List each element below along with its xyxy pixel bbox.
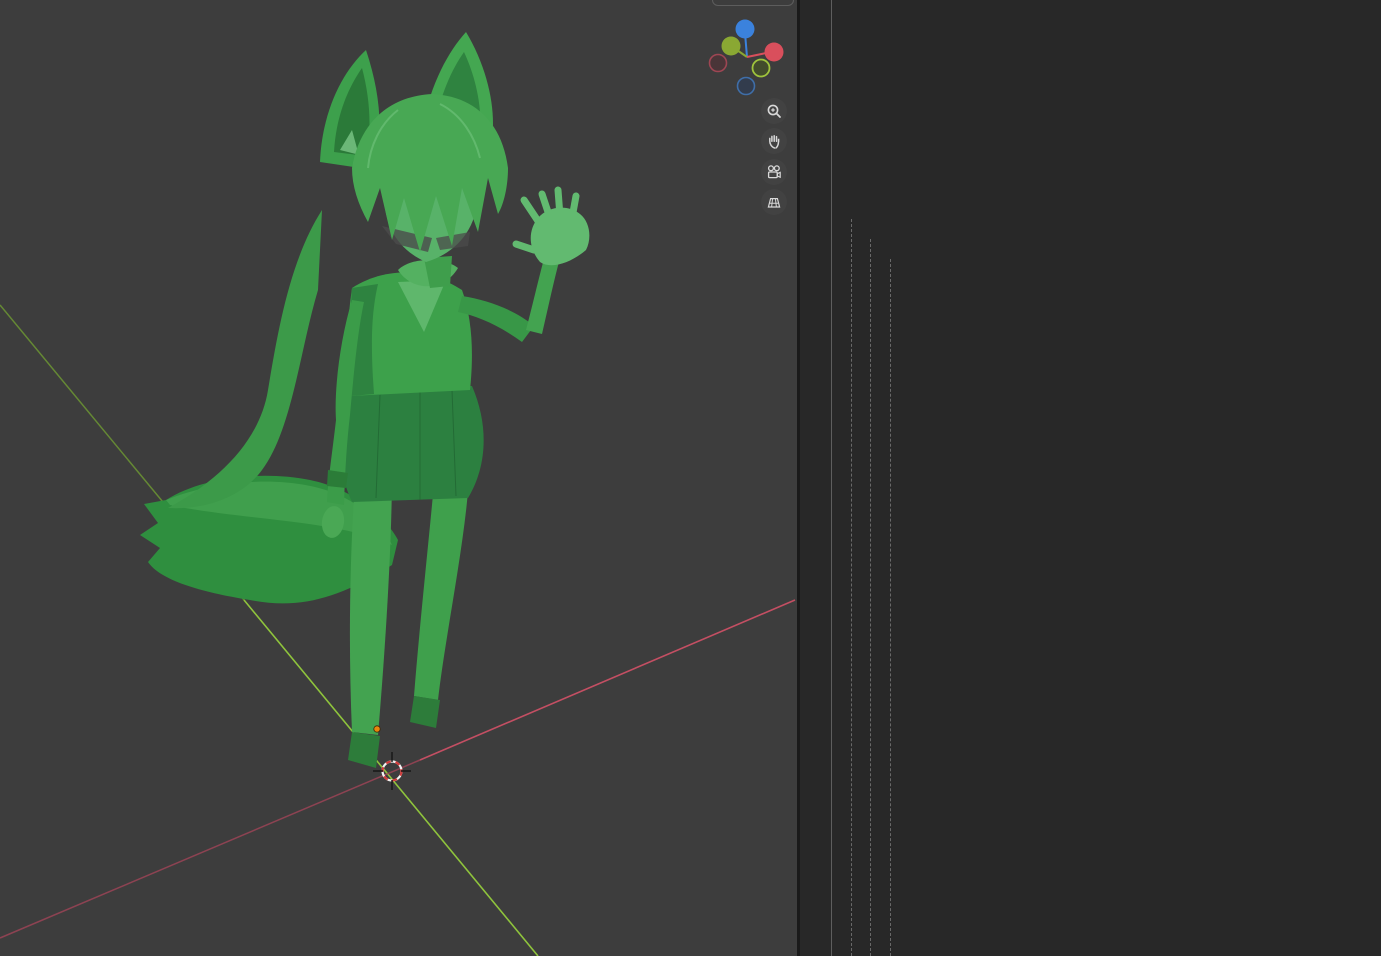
gizmo-z-ball[interactable] xyxy=(736,20,755,39)
character-model[interactable] xyxy=(140,32,589,768)
magnifier-plus-icon xyxy=(765,102,783,120)
gizmo-neg-y-ball[interactable] xyxy=(753,60,770,77)
gizmo-x-ball[interactable] xyxy=(765,43,784,62)
zoom-button[interactable] xyxy=(761,98,787,124)
3d-cursor xyxy=(373,752,411,790)
navigation-gizmo[interactable] xyxy=(690,0,797,112)
gizmo-neg-z-ball[interactable] xyxy=(738,78,755,95)
grid-dome-icon xyxy=(765,193,783,211)
camera-icon xyxy=(765,163,783,181)
viewport-scene[interactable] xyxy=(0,0,797,956)
hand-icon xyxy=(765,132,783,150)
camera-view-button[interactable] xyxy=(761,159,787,185)
hierarchy-guide-line xyxy=(851,219,852,956)
blender-window: { "colors": { "viewport_bg": "#3d3d3d", … xyxy=(0,0,1381,956)
outliner-panel xyxy=(800,0,1381,956)
perspective-toggle-button[interactable] xyxy=(761,189,787,215)
gizmo-neg-x-ball[interactable] xyxy=(710,55,727,72)
3d-viewport[interactable] xyxy=(0,0,797,956)
gizmo-y-ball[interactable] xyxy=(722,37,741,56)
object-origin-dot xyxy=(374,726,380,732)
hierarchy-guide-line xyxy=(890,259,891,956)
collection-connector-line xyxy=(831,0,832,956)
pan-button[interactable] xyxy=(761,128,787,154)
hierarchy-guide-line xyxy=(870,239,871,956)
